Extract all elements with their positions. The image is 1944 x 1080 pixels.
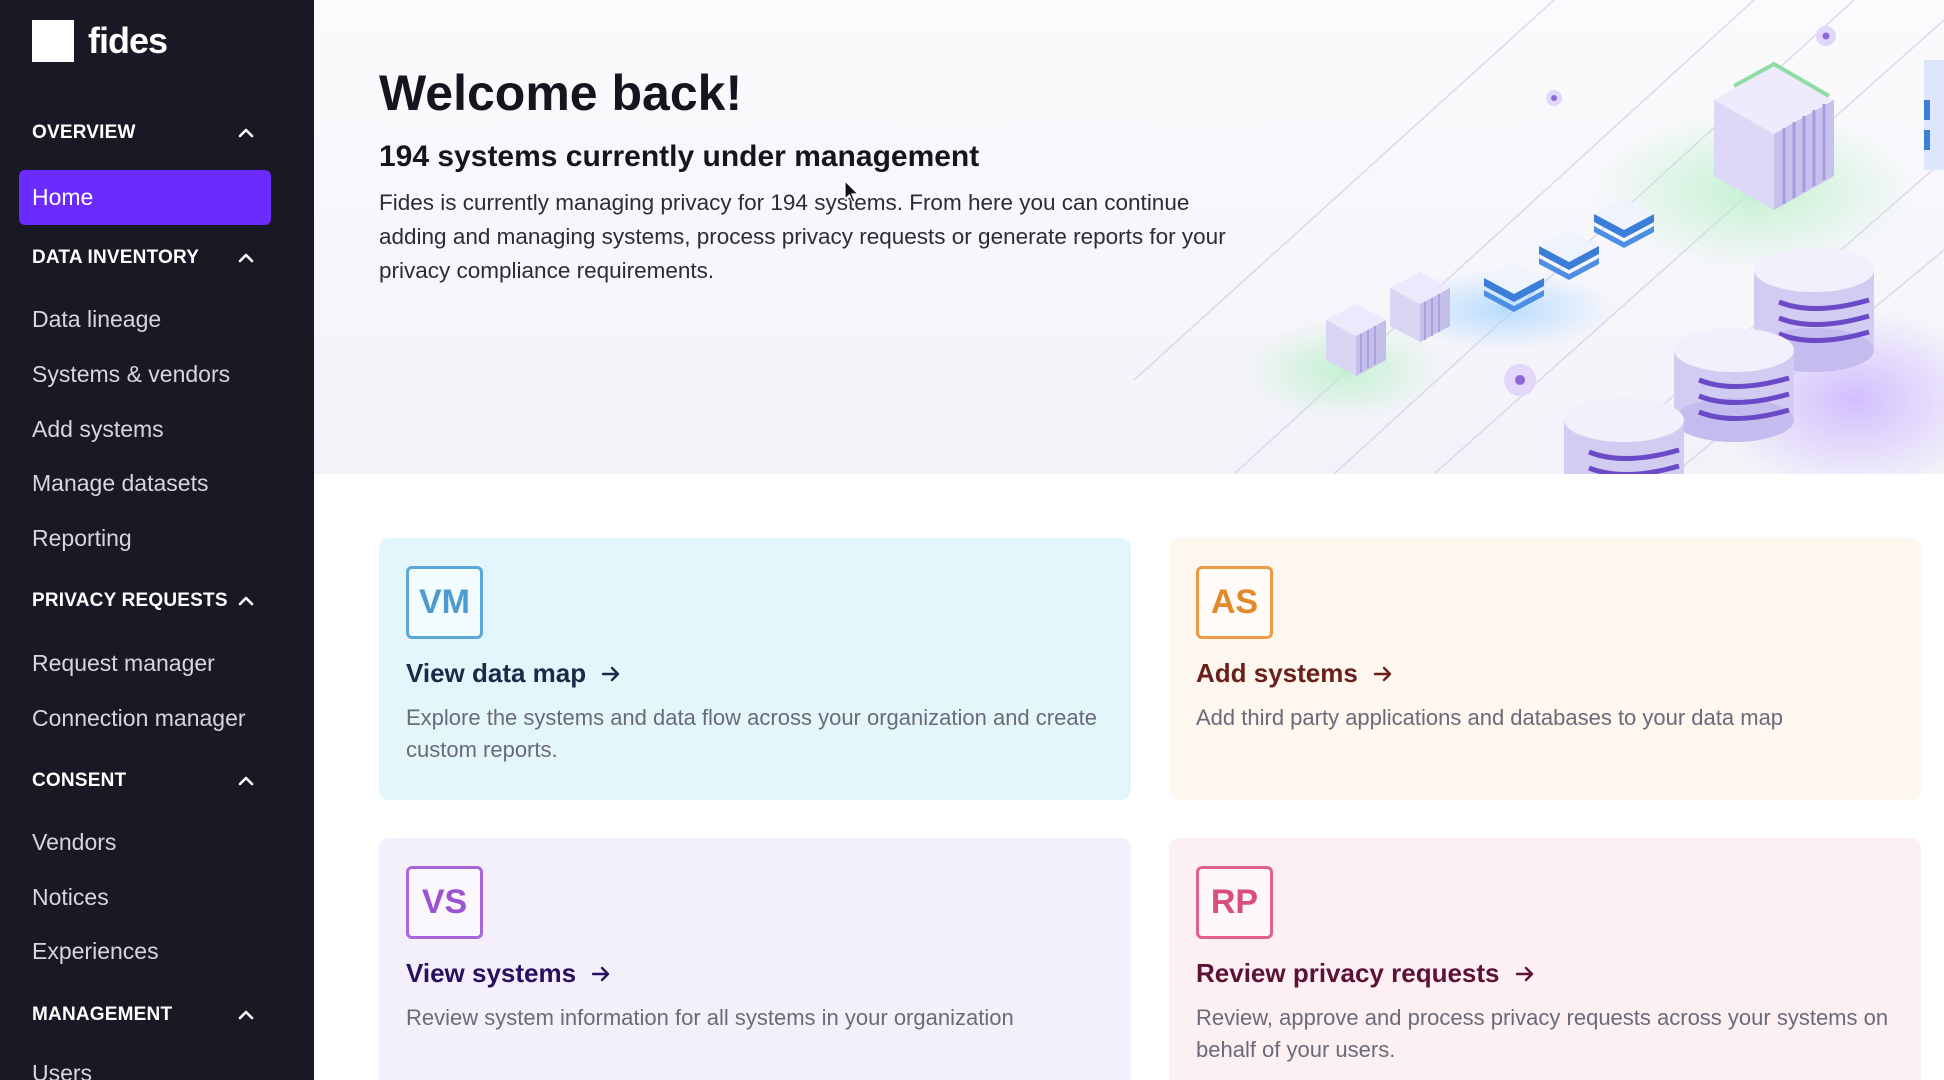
- card-view-data-map[interactable]: VM View data map Explore the systems and…: [379, 538, 1131, 800]
- card-title-text: Review privacy requests: [1196, 958, 1500, 988]
- sidebar-item-notices[interactable]: Notices: [32, 884, 109, 911]
- section-privacy-requests[interactable]: PRIVACY REQUESTS: [32, 586, 256, 616]
- page-title: Welcome back!: [379, 65, 743, 121]
- section-title: OVERVIEW: [32, 122, 136, 143]
- chevron-up-icon: [238, 776, 254, 786]
- card-title-text: View systems: [406, 958, 577, 988]
- sidebar-item-users[interactable]: Users: [32, 1060, 92, 1080]
- card-title[interactable]: Review privacy requests: [1196, 958, 1536, 989]
- section-title: DATA INVENTORY: [32, 247, 200, 268]
- sidebar-item-reporting[interactable]: Reporting: [32, 525, 132, 552]
- arrow-right-icon: [591, 966, 610, 981]
- arrow-right-icon: [1373, 666, 1392, 681]
- sidebar-item-experiences[interactable]: Experiences: [32, 938, 159, 965]
- welcome-hero: Welcome back! 194 systems currently unde…: [314, 0, 1944, 474]
- sidebar-item-add-systems[interactable]: Add systems: [32, 416, 164, 443]
- section-title: MANAGEMENT: [32, 1004, 173, 1025]
- hero-illustration: [1134, 0, 1944, 474]
- sidebar-item-label: Home: [32, 184, 94, 210]
- hero-description: Fides is currently managing privacy for …: [379, 190, 1226, 283]
- sidebar-item-home[interactable]: Home: [19, 170, 271, 225]
- card-view-systems[interactable]: VS View systems Review system informatio…: [379, 838, 1131, 1080]
- section-data-inventory[interactable]: DATA INVENTORY: [32, 243, 256, 273]
- arrow-right-icon: [1515, 966, 1533, 981]
- chevron-up-icon: [238, 1010, 254, 1020]
- sidebar-item-manage-datasets[interactable]: Manage datasets: [32, 470, 208, 497]
- chevron-up-icon: [238, 253, 254, 263]
- card-title-text: Add systems: [1196, 658, 1358, 688]
- as-badge-icon: AS: [1196, 566, 1273, 639]
- sidebar-item-vendors[interactable]: Vendors: [32, 829, 116, 856]
- sidebar-item-connection-manager[interactable]: Connection manager: [32, 705, 246, 732]
- card-title[interactable]: View systems: [406, 958, 612, 989]
- chevron-up-icon: [238, 596, 254, 606]
- systems-count-heading: 194 systems currently under management: [379, 140, 980, 173]
- card-description: Add third party applications and databas…: [1196, 705, 1784, 730]
- sidebar-item-systems-vendors[interactable]: Systems & vendors: [32, 361, 230, 388]
- sidebar-item-request-manager[interactable]: Request manager: [32, 650, 215, 677]
- sidebar-item-data-lineage[interactable]: Data lineage: [32, 306, 161, 333]
- arrow-right-icon: [601, 666, 620, 681]
- main-content: Welcome back! 194 systems currently unde…: [314, 0, 1944, 1080]
- rp-badge-icon: RP: [1196, 866, 1273, 939]
- card-description: Explore the systems and data flow across…: [406, 705, 1097, 762]
- section-management[interactable]: MANAGEMENT: [32, 1000, 256, 1030]
- card-description: Review system information for all system…: [406, 1005, 1014, 1030]
- card-add-systems[interactable]: AS Add systems Add third party applicati…: [1169, 538, 1921, 800]
- section-consent[interactable]: CONSENT: [32, 766, 256, 796]
- section-title: PRIVACY REQUESTS: [32, 590, 228, 611]
- card-title-text: View data map: [406, 658, 587, 688]
- chevron-up-icon: [238, 128, 254, 138]
- mouse-cursor-icon: [844, 180, 860, 203]
- card-title[interactable]: View data map: [406, 658, 622, 689]
- logo-square-icon: [32, 20, 74, 62]
- vm-badge-icon: VM: [406, 566, 483, 639]
- section-overview[interactable]: OVERVIEW: [32, 118, 256, 148]
- card-description: Review, approve and process privacy requ…: [1196, 1005, 1889, 1062]
- vs-badge-icon: VS: [406, 866, 483, 939]
- card-review-privacy-requests[interactable]: RP Review privacy requests Review, appro…: [1169, 838, 1921, 1080]
- sidebar: fides OVERVIEW Home DATA INVENTORY Data …: [0, 0, 314, 1080]
- section-title: CONSENT: [32, 770, 127, 791]
- card-title[interactable]: Add systems: [1196, 658, 1394, 689]
- logo-text: fides: [88, 20, 168, 61]
- fides-logo[interactable]: fides: [32, 20, 168, 62]
